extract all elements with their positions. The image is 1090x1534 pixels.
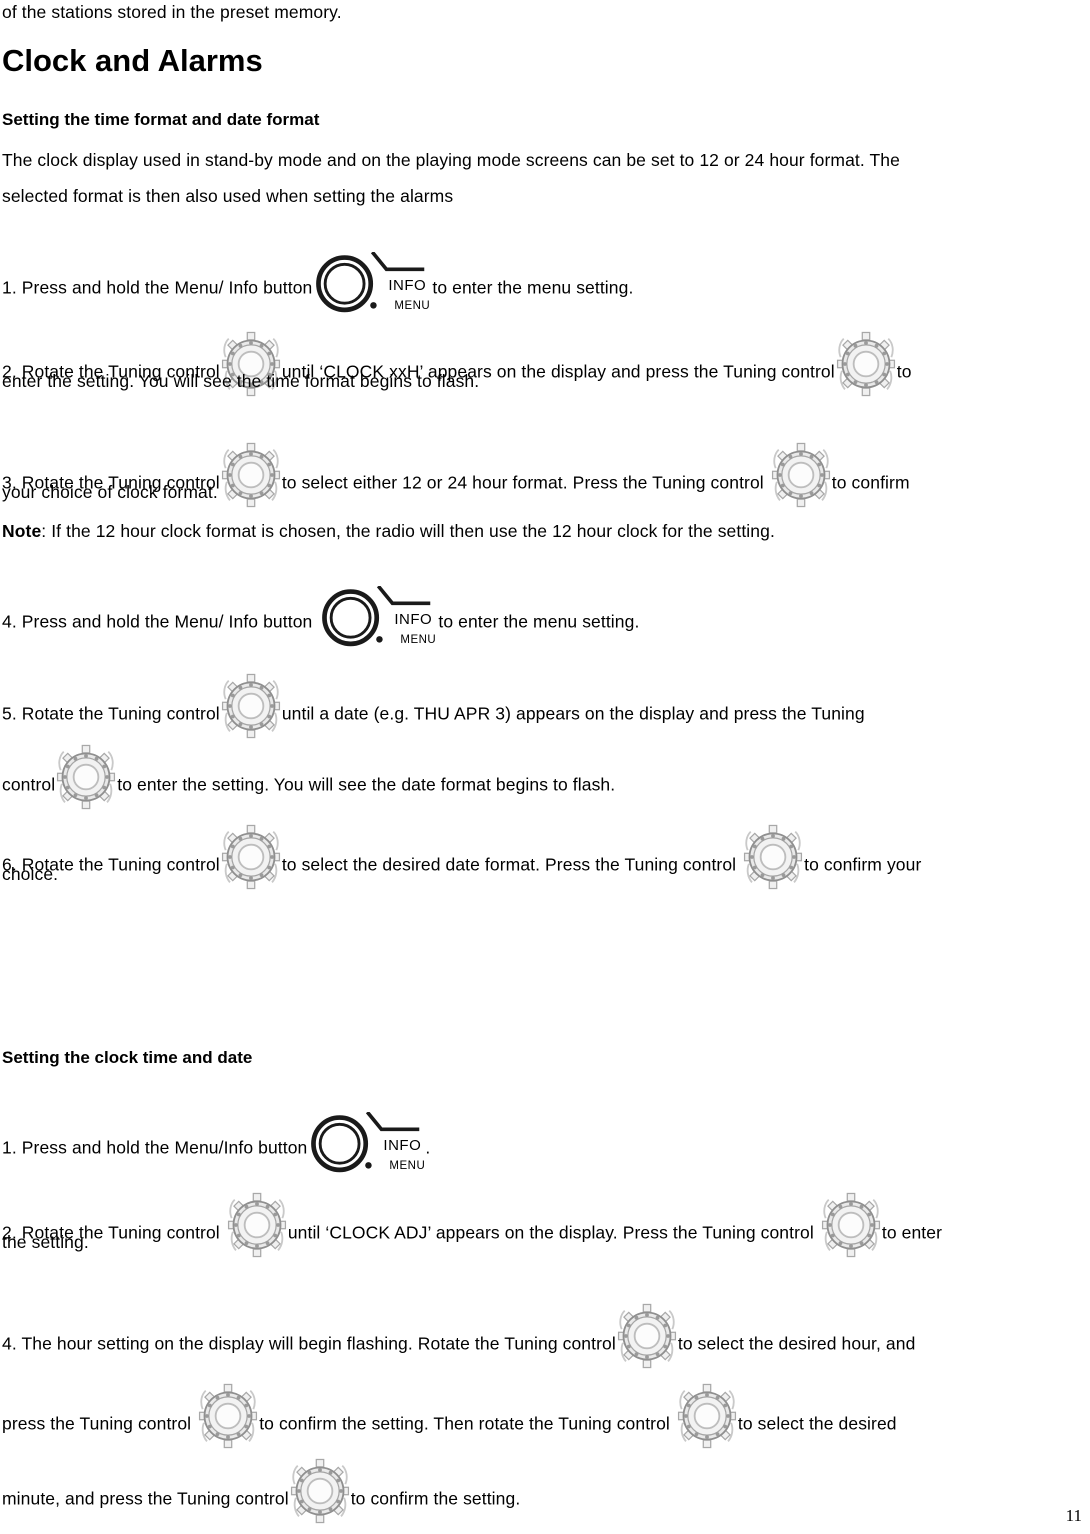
section1-step-2-line-2: enter the setting. You will see the time… xyxy=(2,371,480,391)
section1-step-6-line-2: choice. xyxy=(2,864,59,884)
s2-step4-l3-a: minute, and press the Tuning control xyxy=(2,1488,289,1509)
section2-step-1: 1. Press and hold the Menu/Info button I… xyxy=(2,1118,430,1180)
s2-step4-l3-b: to confirm the setting. xyxy=(350,1488,521,1509)
info-label: INFO xyxy=(394,611,433,628)
section1-step-3-line-2: your choice of clock format. xyxy=(2,482,218,502)
s2-step4-text-b: to select the desired hour, and xyxy=(677,1333,916,1354)
step1-text-b: to enter the menu setting. xyxy=(432,277,634,298)
page-title: Clock and Alarms xyxy=(2,43,263,78)
menu-label: MENU xyxy=(389,1160,426,1172)
tuning-knob-icon[interactable] xyxy=(220,672,282,740)
note-text: : If the 12 hour clock format is chosen,… xyxy=(41,521,775,541)
info-label: INFO xyxy=(388,277,427,294)
step5-text-b: until a date (e.g. THU APR 3) appears on… xyxy=(281,703,865,724)
section2-step-4-line-1: 4. The hour setting on the display will … xyxy=(2,1311,915,1379)
section2-step-4-line-3: minute, and press the Tuning control to … xyxy=(2,1466,520,1534)
section1-step-4: 4. Press and hold the Menu/ Info button … xyxy=(2,592,639,654)
step4-text-a: 4. Press and hold the Menu/ Info button xyxy=(2,611,313,632)
s2-step4-l2-b: to confirm the setting. Then rotate the … xyxy=(259,1413,670,1434)
step5-line2-b: to enter the setting. You will see the d… xyxy=(117,774,616,795)
tuning-knob-icon[interactable] xyxy=(55,743,117,811)
s2-step4-l2-a: press the Tuning control xyxy=(2,1413,192,1434)
intro-line-1: The clock display used in stand-by mode … xyxy=(2,150,900,170)
step4-text-b: to enter the menu setting. xyxy=(438,611,640,632)
section1-step-1: 1. Press and hold the Menu/ Info button … xyxy=(2,258,633,320)
info-menu-button-icon[interactable]: INFO MENU xyxy=(314,252,430,314)
section-heading-time-date-format: Setting the time format and date format xyxy=(2,110,320,129)
section2-step-2-line-2: the setting. xyxy=(2,1232,89,1252)
tuning-knob-icon[interactable] xyxy=(616,1302,678,1370)
note-paragraph: Note: If the 12 hour clock format is cho… xyxy=(2,521,775,541)
document-page: of the stations stored in the preset mem… xyxy=(0,0,1090,1533)
menu-label: MENU xyxy=(394,300,431,312)
section-heading-clock-time-date: Setting the clock time and date xyxy=(2,1048,253,1067)
step1-text-a: 1. Press and hold the Menu/ Info button xyxy=(2,277,313,298)
info-label: INFO xyxy=(383,1137,422,1154)
step5-text-a: 5. Rotate the Tuning control xyxy=(2,703,220,724)
carryover-text: of the stations stored in the preset mem… xyxy=(2,2,342,22)
section2-step-4-line-2: press the Tuning control to confirm the … xyxy=(2,1391,897,1459)
info-menu-button-icon[interactable]: INFO MENU xyxy=(309,1112,425,1174)
tuning-knob-icon[interactable] xyxy=(197,1382,259,1450)
s2-step4-text-a: 4. The hour setting on the display will … xyxy=(2,1333,616,1354)
s2-step1-text-b: . xyxy=(425,1137,431,1158)
tuning-knob-icon[interactable] xyxy=(676,1382,738,1450)
section1-step-5-line-1: 5. Rotate the Tuning control until a dat… xyxy=(2,681,865,749)
s2-step1-text-a: 1. Press and hold the Menu/Info button xyxy=(2,1137,308,1158)
section1-step-5-line-2: control to enter the setting. You will s… xyxy=(2,752,615,820)
tuning-knob-icon[interactable] xyxy=(289,1457,351,1525)
step5-line2-a: control xyxy=(2,774,56,795)
page-number: 11 xyxy=(1065,1506,1082,1525)
menu-label: MENU xyxy=(400,634,437,646)
intro-line-2: selected format is then also used when s… xyxy=(2,186,454,206)
note-label: Note xyxy=(2,521,42,541)
info-menu-button-icon[interactable]: INFO MENU xyxy=(320,586,436,648)
s2-step4-l2-c: to select the desired xyxy=(737,1413,897,1434)
